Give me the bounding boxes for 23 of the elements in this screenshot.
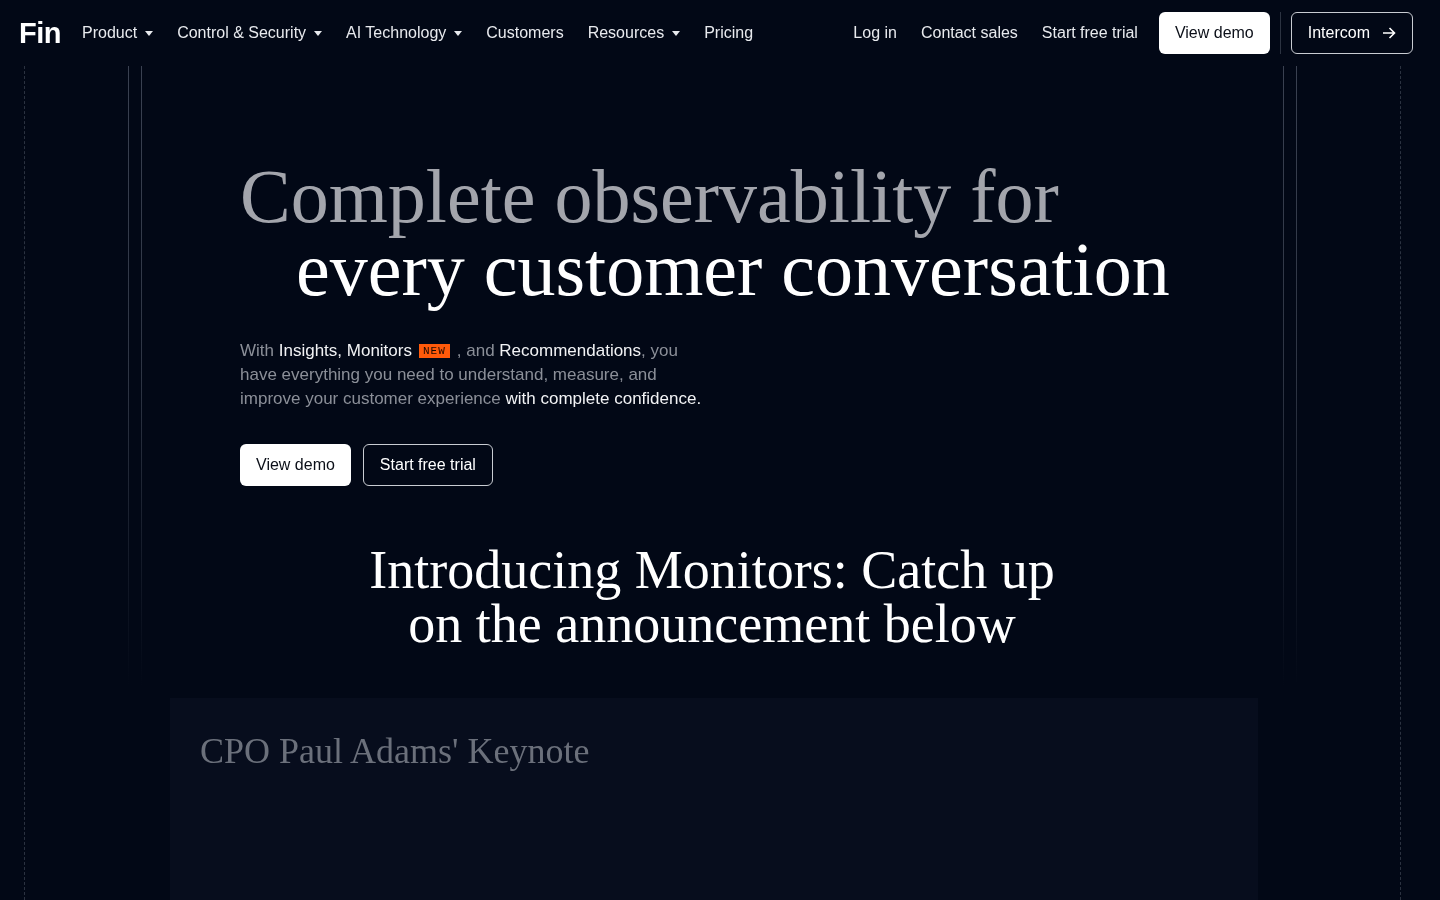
- intro-paragraph: With Insights, Monitors NEW , and Recommendations, you have everything you need to understand, measure, and improve your customer experience with complete confidence.: [240, 340, 703, 410]
- logo[interactable]: Fin: [19, 18, 61, 48]
- nav-menu-link[interactable]: Resources: [587, 23, 681, 43]
- nav-link[interactable]: Contact sales: [920, 23, 1018, 43]
- intercom-button[interactable]: Intercom: [1290, 12, 1413, 54]
- nav-menu-link[interactable]: Product: [82, 23, 154, 43]
- nav-menu-link[interactable]: AI Technology: [346, 23, 463, 43]
- nav-menu-link[interactable]: Control & Security: [177, 23, 323, 43]
- nav-link[interactable]: Customers: [486, 23, 564, 43]
- caret-icon: [314, 30, 323, 36]
- announcement-heading: Introducing Monitors: Catch up on the announcement below: [368, 543, 1056, 651]
- caret-icon: [672, 30, 681, 36]
- start-trial-button[interactable]: Start free trial: [362, 444, 493, 486]
- nav-link[interactable]: Start free trial: [1041, 23, 1138, 43]
- nav-link[interactable]: Log in: [853, 23, 897, 43]
- caret-icon: [145, 30, 154, 36]
- nav-link[interactable]: Pricing: [704, 23, 754, 43]
- keynote-title: CPO Paul Adams' Keynote: [200, 730, 590, 773]
- caret-icon: [454, 30, 463, 36]
- arrow-right-icon: [1382, 27, 1396, 39]
- view-demo-button[interactable]: View demo: [240, 444, 351, 486]
- view-demo-button[interactable]: View demo: [1158, 12, 1270, 54]
- new-badge: NEW: [418, 344, 450, 358]
